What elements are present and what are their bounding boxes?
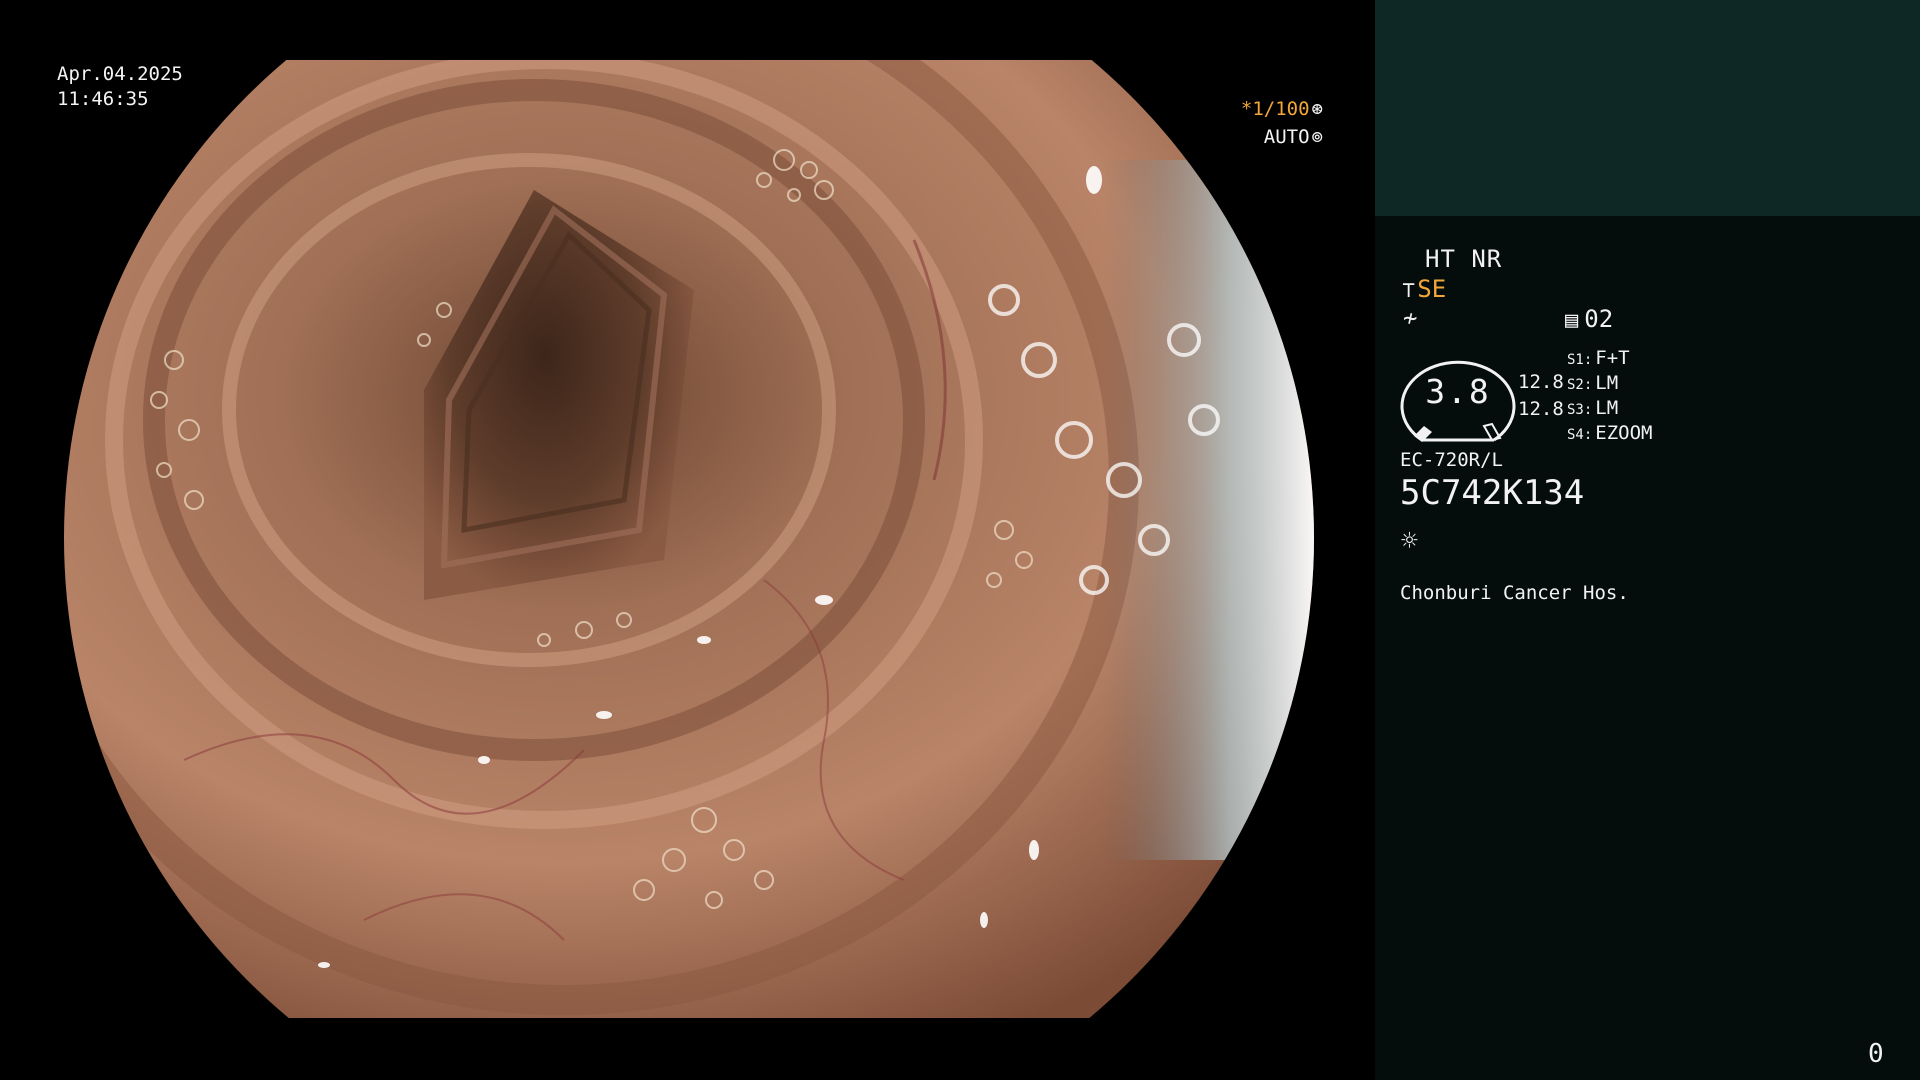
endoscope-video-area: Apr.04.2025 11:46:35 *1/100 ⊛ AUTO ⊚ (0, 0, 1375, 1080)
switch-s2: S2: LM (1567, 373, 1618, 394)
range-bottom-value: 12.8 (1518, 398, 1564, 420)
time-text: 11:46:35 (57, 88, 149, 110)
switch-key: S1: (1567, 352, 1593, 368)
iris-mode: AUTO (1263, 126, 1310, 148)
patient-info-header (1375, 0, 1920, 216)
shutter-icon: ⊛ (1311, 98, 1323, 120)
color-mode-icon: ≁ (1403, 304, 1418, 332)
zoom-value: 3.8 (1425, 372, 1491, 411)
switch-value: LM (1595, 397, 1619, 419)
date-text: Apr.04.2025 (57, 63, 183, 85)
ht-nr-label: HT NR (1425, 245, 1503, 273)
structure-enhancement: ⊤SE (1402, 276, 1446, 303)
switch-value: LM (1595, 372, 1619, 394)
shutter-speed: *1/100 (1240, 98, 1310, 120)
switch-value: F+T (1595, 347, 1630, 369)
switch-key: S4: (1567, 427, 1593, 443)
memory-slot: 02 (1584, 305, 1614, 333)
memory-icon: ▤ (1565, 308, 1579, 333)
frame-counter: 0 (1868, 1039, 1884, 1069)
hospital-name: Chonburi Cancer Hos. (1400, 582, 1629, 604)
info-panel: HT NR ⊤SE ≁ ▤ 02 3.8 12.8 12.8 S1: F+T S2:… (1375, 0, 1920, 1080)
range-top-value: 12.8 (1518, 371, 1564, 393)
switch-key: S2: (1567, 377, 1593, 393)
iris-indicator: AUTO ⊚ (1263, 126, 1323, 149)
memory-indicator: ▤ 02 (1565, 306, 1613, 333)
switch-s4: S4: EZOOM (1567, 423, 1653, 444)
scope-serial-number: 5C742K134 (1400, 473, 1585, 513)
enhancement-icon: ⊤ (1402, 278, 1416, 303)
switch-key: S3: (1567, 402, 1593, 418)
switch-s3: S3: LM (1567, 398, 1618, 419)
switch-value: EZOOM (1595, 422, 1653, 444)
date-time-display: Apr.04.2025 11:46:35 (57, 63, 183, 114)
iris-icon: ⊚ (1311, 126, 1323, 148)
endoscope-image (64, 60, 1314, 1018)
se-label: SE (1417, 275, 1447, 303)
scope-model: EC-720R/L (1400, 449, 1503, 471)
switch-s1: S1: F+T (1567, 348, 1630, 369)
light-source-icon: ☼ (1401, 524, 1418, 557)
shutter-indicator: *1/100 ⊛ (1240, 98, 1323, 121)
